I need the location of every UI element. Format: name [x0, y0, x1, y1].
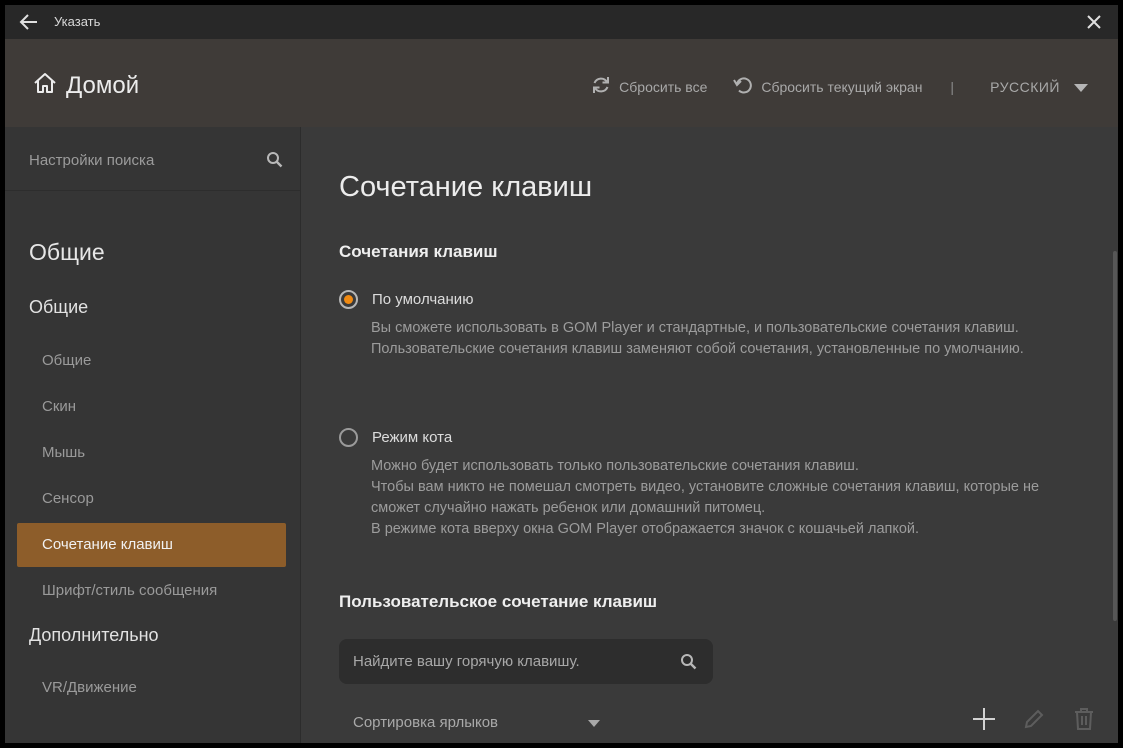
sidebar-item-vr-motion[interactable]: VR/Движение	[17, 666, 286, 710]
pencil-icon	[1023, 708, 1045, 735]
radio-button-checked[interactable]	[339, 290, 358, 309]
header-actions: Сбросить все Сбросить текущий экран | РУ…	[591, 75, 1088, 98]
refresh-icon	[591, 75, 611, 98]
window-title: Указать	[54, 14, 101, 29]
language-label: РУССКИЙ	[990, 78, 1060, 95]
back-arrow-icon[interactable]	[17, 11, 41, 33]
description-line: Вы сможете использовать в GOM Player и с…	[371, 320, 1019, 336]
hotkey-search-placeholder: Найдите вашу горячую клавишу.	[353, 653, 580, 670]
sidebar-item-skin[interactable]: Скин	[17, 385, 286, 429]
hotkey-search-input[interactable]: Найдите вашу горячую клавишу.	[339, 639, 713, 684]
default-mode-description: Вы сможете использовать в GOM Player и с…	[371, 318, 1051, 360]
caret-down-icon	[1074, 79, 1088, 95]
reset-all-label: Сбросить все	[619, 78, 708, 95]
home-icon	[32, 71, 58, 100]
delete-hotkey-button[interactable]	[1070, 707, 1098, 735]
sidebar-group-general[interactable]: Общие	[29, 297, 88, 318]
search-icon[interactable]	[266, 151, 283, 173]
radio-button-unchecked[interactable]	[339, 428, 358, 447]
sidebar-group-advanced[interactable]: Дополнительно	[29, 625, 159, 646]
settings-window: Указать Домой Сбросить все Сбросить теку…	[5, 5, 1118, 743]
reset-current-label: Сбросить текущий экран	[761, 78, 923, 95]
add-hotkey-button[interactable]	[970, 707, 998, 735]
section-title-custom-hotkeys: Пользовательское сочетание клавиш	[339, 592, 658, 611]
description-line: В режиме кота вверху окна GOM Player ото…	[371, 521, 920, 537]
description-line: Пользовательские сочетания клавиш заменя…	[371, 341, 1024, 357]
plus-icon	[972, 707, 996, 736]
home-label: Домой	[66, 71, 140, 99]
sidebar-item-mouse[interactable]: Мышь	[17, 431, 286, 475]
language-dropdown[interactable]: РУССКИЙ	[990, 79, 1088, 95]
sidebar: Настройки поиска Общие Общие Общие Скин …	[5, 127, 301, 743]
reset-current-button[interactable]: Сбросить текущий экран	[733, 75, 922, 98]
sidebar-category-title: Общие	[29, 239, 105, 265]
settings-search[interactable]: Настройки поиска	[5, 127, 300, 191]
description-line: Можно будет использовать только пользова…	[371, 458, 859, 474]
trash-icon	[1073, 707, 1095, 736]
edit-hotkey-button[interactable]	[1020, 707, 1048, 735]
radio-cat-label: Режим кота	[372, 429, 453, 446]
sort-shortcuts-dropdown[interactable]: Сортировка ярлыков	[353, 714, 601, 731]
radio-cat-mode[interactable]: Режим кота	[339, 428, 452, 447]
vertical-scrollbar[interactable]	[1113, 251, 1117, 621]
settings-content: Сочетание клавиш Сочетания клавиш По умо…	[302, 127, 1118, 743]
description-line: Чтобы вам никто не помешал смотреть виде…	[371, 479, 1040, 516]
settings-search-placeholder: Настройки поиска	[29, 152, 155, 169]
page-title: Сочетание клавиш	[339, 171, 593, 203]
reset-icon	[733, 75, 753, 98]
title-bar: Указать	[5, 5, 1118, 39]
sidebar-item-font-style[interactable]: Шрифт/стиль сообщения	[17, 569, 286, 613]
radio-default-label: По умолчанию	[372, 291, 474, 308]
header-bar: Домой Сбросить все Сбросить текущий экра…	[5, 39, 1118, 127]
reset-all-button[interactable]: Сбросить все	[591, 75, 707, 98]
radio-default-mode[interactable]: По умолчанию	[339, 290, 473, 309]
sort-label: Сортировка ярлыков	[353, 714, 499, 731]
search-icon[interactable]	[680, 653, 697, 675]
home-button[interactable]: Домой	[32, 71, 139, 100]
sidebar-item-sensor[interactable]: Сенсор	[17, 477, 286, 521]
sidebar-item-hotkeys[interactable]: Сочетание клавиш	[17, 523, 286, 567]
caret-down-icon	[588, 714, 601, 731]
cat-mode-description: Можно будет использовать только пользова…	[371, 456, 1051, 540]
close-icon[interactable]	[1084, 12, 1104, 32]
section-title-hotkeys: Сочетания клавиш	[339, 242, 498, 261]
hotkey-toolbar	[970, 707, 1098, 735]
header-separator: |	[950, 78, 955, 95]
sidebar-item-general[interactable]: Общие	[17, 339, 286, 383]
